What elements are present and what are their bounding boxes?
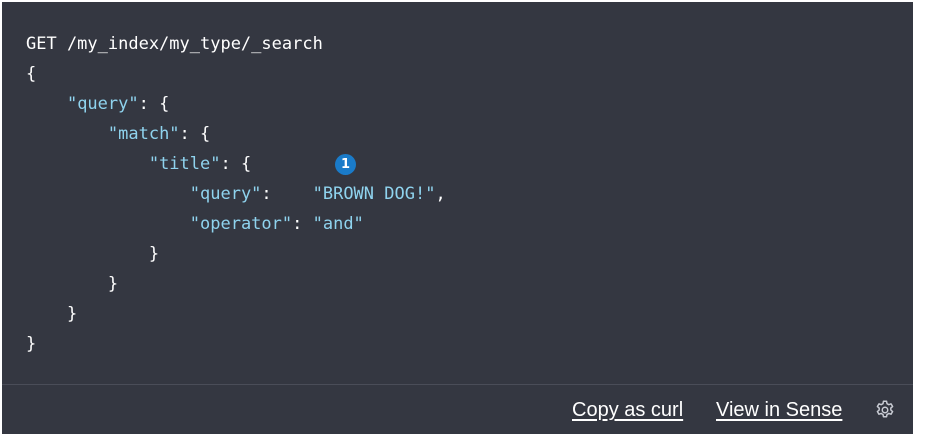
code-snippet-panel: GET /my_index/my_type/_search { "query":… [2, 2, 913, 434]
code-punctuation: : { [179, 124, 211, 144]
view-in-sense-link[interactable]: View in Sense [716, 398, 842, 422]
code-punctuation: : [261, 184, 313, 204]
code-line: } [26, 239, 159, 269]
json-string-value: "and" [312, 214, 364, 234]
copy-as-curl-link[interactable]: Copy as curl [572, 398, 683, 422]
code-block: GET /my_index/my_type/_search { "query":… [2, 2, 913, 384]
code-line: "query": "BROWN DOG!", [26, 179, 446, 209]
code-line: } [26, 329, 36, 359]
snippet-footer: Copy as curl View in Sense [2, 384, 913, 434]
json-string-value: "BROWN DOG!" [312, 184, 436, 204]
request-line: GET /my_index/my_type/_search [26, 34, 323, 54]
code-brace: } [66, 304, 78, 324]
json-key: "title" [148, 154, 221, 174]
json-key: "operator" [189, 214, 293, 234]
code-line: { [26, 59, 36, 89]
callout-badge: 1 [335, 154, 356, 175]
code-line: "query": { [26, 89, 169, 119]
json-key: "match" [107, 124, 180, 144]
code-brace: } [107, 274, 119, 294]
code-punctuation: : { [138, 94, 170, 114]
code-brace: } [26, 334, 37, 354]
code-punctuation: : [292, 214, 313, 234]
code-line: "match": { [26, 119, 210, 149]
json-key: "query" [189, 184, 262, 204]
code-punctuation: , [435, 184, 446, 204]
code-punctuation: : { [220, 154, 252, 174]
code-line: } [26, 299, 77, 329]
code-brace: } [148, 244, 160, 264]
json-key: "query" [66, 94, 139, 114]
code-brace: { [26, 64, 37, 84]
code-line: } [26, 269, 118, 299]
code-line: GET /my_index/my_type/_search [26, 29, 323, 59]
code-line: "operator": "and" [26, 209, 364, 239]
gear-icon[interactable] [874, 399, 896, 421]
code-line: "title": { [26, 149, 251, 179]
